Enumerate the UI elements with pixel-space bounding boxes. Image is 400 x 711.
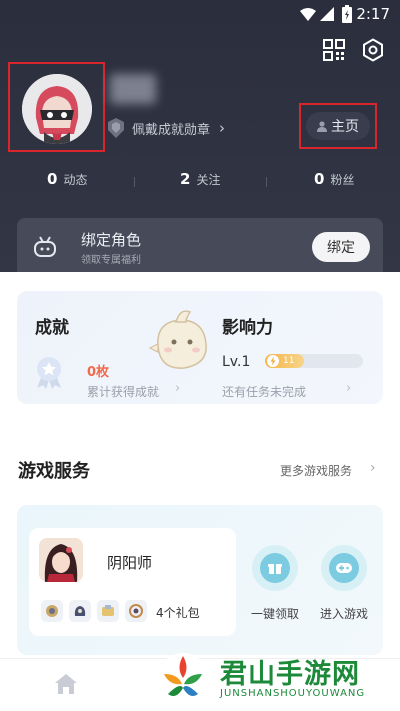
claim-label: 一键领取 <box>250 607 299 621</box>
claim-icon-circle <box>252 545 298 591</box>
one-click-claim-button[interactable]: 一键领取 <box>245 545 305 622</box>
bind-role-title: 绑定角色 <box>81 231 142 249</box>
chevron-right-icon: › <box>346 381 352 396</box>
person-icon <box>317 120 327 132</box>
gift-count: 4个礼包 <box>156 606 200 620</box>
more-game-services-link[interactable]: 更多游戏服务 <box>280 462 352 479</box>
stat-posts[interactable]: 0 动态 <box>47 170 87 188</box>
home-page-label: 主页 <box>331 119 359 135</box>
stat-following-value: 2 <box>180 170 191 188</box>
gift-icon <box>97 600 119 622</box>
avatar[interactable] <box>22 74 92 144</box>
game-tile[interactable]: 阴阳师 4个礼包 <box>29 528 236 636</box>
game-thumbnail <box>39 538 83 582</box>
watermark-subtitle: JUNSHANSHOUYOUWANG <box>220 688 366 699</box>
signal-icon <box>320 7 334 21</box>
wifi-icon <box>300 8 316 21</box>
achievement-subtitle[interactable]: 累计获得成就 <box>87 383 159 400</box>
home-highlight-box: 主页 <box>299 103 377 149</box>
wear-badge-label: 佩戴成就勋章 <box>132 122 211 138</box>
mascot-watermark-icon <box>148 310 207 369</box>
stat-fans-value: 0 <box>314 170 325 188</box>
gift-icons <box>41 600 153 622</box>
stat-following-label: 关注 <box>196 173 221 187</box>
watermark-title: 君山手游网 <box>220 659 360 690</box>
battery-icon <box>342 5 352 23</box>
enter-game-button[interactable]: 进入游戏 <box>314 545 374 622</box>
username-blurred <box>110 74 156 104</box>
chevron-right-icon: › <box>370 460 376 476</box>
game-services-title: 游戏服务 <box>18 461 90 482</box>
avatar-highlight-box <box>8 62 105 152</box>
influence-title: 影响力 <box>222 318 273 338</box>
lightning-icon <box>267 355 279 367</box>
game-services-card: 阴阳师 4个礼包 一键领取 进入游戏 <box>17 505 383 655</box>
influence-level: Lv.1 <box>222 354 251 370</box>
stat-fans-label: 粉丝 <box>330 173 355 187</box>
achievement-count: 0枚 <box>87 365 110 380</box>
medal-icon <box>37 357 61 389</box>
achievement-title: 成就 <box>35 318 69 338</box>
gift-icon <box>125 600 147 622</box>
game-name: 阴阳师 <box>107 554 153 572</box>
chevron-right-icon: › <box>175 381 181 396</box>
bind-button[interactable]: 绑定 <box>312 232 370 262</box>
gift-box-icon <box>268 564 282 574</box>
status-time: 2:17 <box>356 5 390 23</box>
stats-row: 0 动态 2 关注 0 粉丝 <box>0 170 400 192</box>
gift-icon <box>69 600 91 622</box>
bind-role-subtitle: 领取专属福利 <box>81 255 141 266</box>
game-character-icon <box>39 538 83 582</box>
settings-icon[interactable] <box>361 38 385 62</box>
gamepad-icon <box>336 563 352 573</box>
enter-game-label: 进入游戏 <box>319 607 368 621</box>
gift-icon <box>41 600 63 622</box>
chevron-right-icon: › <box>219 119 226 137</box>
gamepad-icon <box>34 236 56 257</box>
wear-badge-link[interactable]: 佩戴成就勋章 › <box>108 118 225 138</box>
stat-following[interactable]: 2 关注 <box>180 170 220 188</box>
stat-posts-value: 0 <box>47 170 58 188</box>
influence-progress-bar <box>265 354 363 368</box>
watermark-logo-icon <box>157 653 209 705</box>
status-bar: 2:17 <box>0 0 400 30</box>
stat-posts-label: 动态 <box>63 173 88 187</box>
stat-fans[interactable]: 0 粉丝 <box>314 170 354 188</box>
home-page-button[interactable]: 主页 <box>306 112 370 140</box>
influence-progress-text: 11 <box>283 356 295 366</box>
qr-code-icon[interactable] <box>322 38 346 62</box>
bind-role-card[interactable]: 绑定角色 领取专属福利 绑定 <box>17 218 383 278</box>
avatar-character-icon <box>22 74 92 144</box>
divider <box>266 177 267 187</box>
site-watermark: 君山手游网 JUNSHANSHOUYOUWANG <box>150 650 390 710</box>
influence-subtitle[interactable]: 还有任务未完成 <box>222 383 306 400</box>
home-icon[interactable] <box>54 673 78 695</box>
badge-icon <box>108 118 124 138</box>
divider <box>134 177 135 187</box>
enter-icon-circle <box>321 545 367 591</box>
